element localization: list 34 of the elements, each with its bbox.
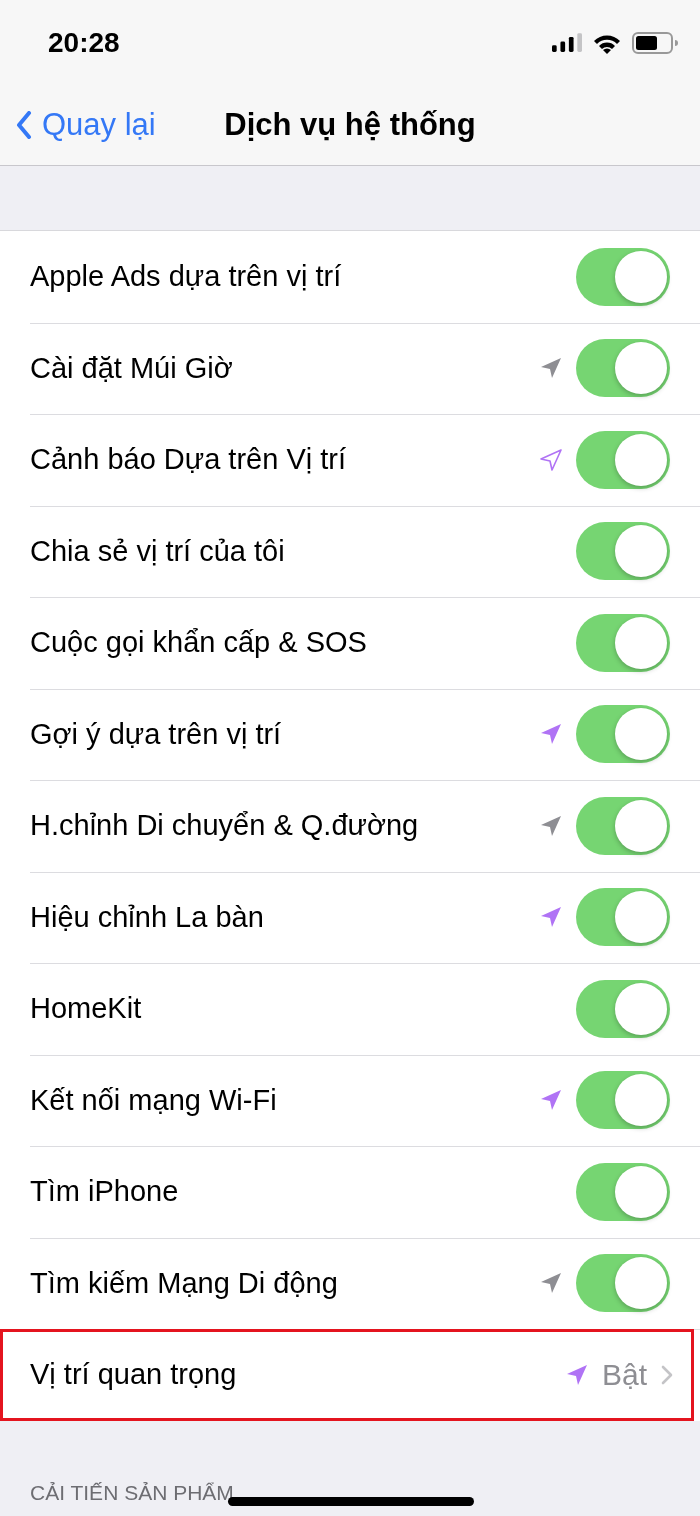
setting-label: HomeKit [30,992,142,1026]
setting-label: Gợi ý dựa trên vị trí [30,717,282,751]
setting-label: Chia sẻ vị trí của tôi [30,534,285,568]
screen-title: Dịch vụ hệ thống [224,107,476,143]
setting-label: Apple Ads dựa trên vị trí [30,260,342,294]
back-button[interactable]: Quay lại [0,95,156,155]
setting-label: Cảnh báo Dựa trên Vị trí [30,443,346,477]
battery-icon [632,31,678,54]
clock-time: 20:28 [48,26,120,59]
setting-label: Vị trí quan trọng [30,1358,237,1392]
setting-label: Tìm kiếm Mạng Di động [30,1266,338,1300]
setting-label: Tìm iPhone [30,1175,179,1209]
toggle-switch[interactable] [576,1162,670,1221]
toggle-switch[interactable] [576,339,670,398]
setting-label: Hiệu chỉnh La bàn [30,900,264,934]
setting-label: Kết nối mạng Wi-Fi [30,1083,277,1117]
toggle-switch[interactable] [576,796,670,855]
toggle-switch[interactable] [576,979,670,1038]
setting-label: Cuộc gọi khẩn cấp & SOS [30,626,367,660]
setting-value: Bật [601,1357,647,1392]
toggle-switch[interactable] [576,888,670,947]
toggle-switch[interactable] [576,613,670,672]
setting-label: Cài đặt Múi Giờ [30,351,233,385]
signal-icon [552,33,582,52]
toggle-switch[interactable] [576,705,670,764]
toggle-switch[interactable] [576,247,670,306]
chevron-icon [661,1364,673,1385]
back-chevron-icon [16,111,32,139]
toggle-switch[interactable] [576,522,670,581]
toggle-switch[interactable] [576,430,670,489]
toggle-switch[interactable] [576,1254,670,1313]
setting-label: H.chỉnh Di chuyển & Q.đường [30,809,419,843]
toggle-switch[interactable] [576,1071,670,1130]
section-header: CẢI TIẾN SẢN PHẨM [30,1480,234,1505]
